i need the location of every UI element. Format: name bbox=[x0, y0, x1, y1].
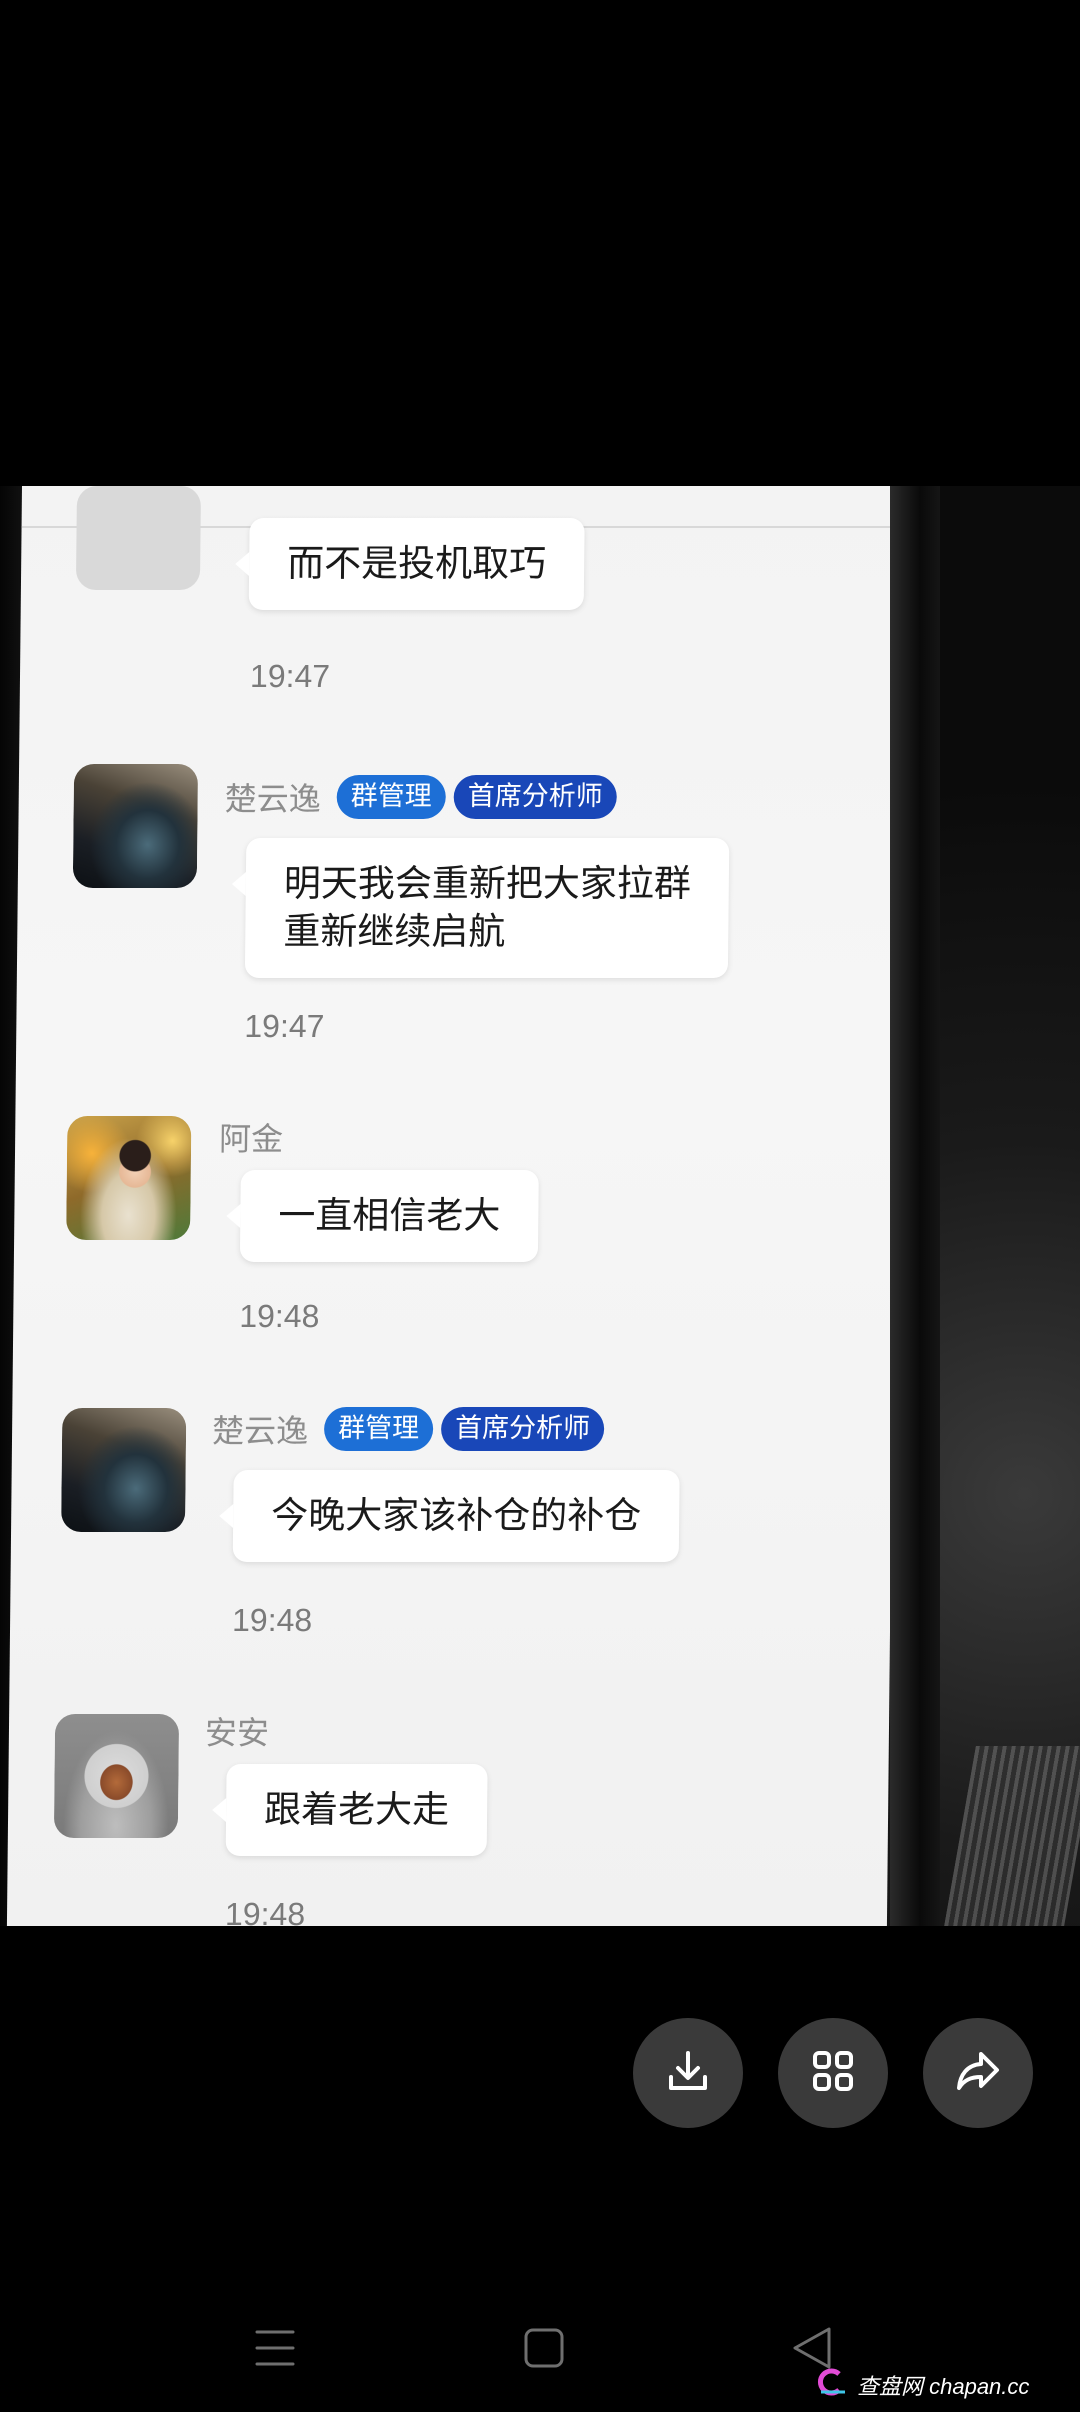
sender-name: 安安 bbox=[204, 1714, 270, 1752]
avatar[interactable] bbox=[66, 1116, 192, 1240]
admin-badge: 群管理 bbox=[323, 1407, 434, 1451]
home-button[interactable] bbox=[514, 2320, 574, 2380]
message-text: 今晚大家该补仓的补仓 bbox=[270, 1494, 642, 1537]
message-text: 而不是投机取巧 bbox=[286, 542, 547, 585]
message-bubble: 跟着老大走 bbox=[225, 1764, 488, 1856]
watermark: 查盘网 chapan.cc bbox=[815, 2368, 1029, 2402]
avatar[interactable] bbox=[75, 486, 201, 590]
sender-name: 楚云逸 bbox=[224, 780, 321, 818]
share-icon bbox=[951, 2044, 1005, 2102]
home-icon bbox=[521, 2325, 567, 2375]
message-text-line: 明天我会重新把大家拉群 bbox=[283, 862, 692, 905]
menu-icon bbox=[251, 2324, 299, 2376]
admin-badge: 群管理 bbox=[336, 775, 446, 819]
sender-row: 阿金 bbox=[219, 1114, 291, 1160]
message-bubble: 而不是投机取巧 bbox=[248, 518, 585, 610]
download-icon bbox=[662, 2045, 714, 2101]
sender-name: 楚云逸 bbox=[211, 1412, 309, 1450]
sender-row: 楚云逸 群管理 首席分析师 bbox=[211, 1406, 605, 1452]
grid-button[interactable] bbox=[778, 2018, 888, 2128]
message-time: 19:47 bbox=[249, 658, 331, 694]
photo-of-phone-screen: 而不是投机取巧 19:47 楚云逸 群管理 首席分析师 明天我会重新把大家拉群 … bbox=[0, 486, 1080, 1926]
sender-row: 安安 bbox=[205, 1708, 277, 1754]
download-button[interactable] bbox=[633, 2018, 743, 2128]
watermark-text: 查盘网 chapan.cc bbox=[857, 2374, 1030, 2399]
message-text-line: 重新继续启航 bbox=[283, 910, 506, 953]
share-button[interactable] bbox=[923, 2018, 1033, 2128]
message-time: 19:48 bbox=[224, 1896, 306, 1926]
chat-screen: 而不是投机取巧 19:47 楚云逸 群管理 首席分析师 明天我会重新把大家拉群 … bbox=[6, 486, 903, 1926]
sender-row: 楚云逸 群管理 首席分析师 bbox=[225, 774, 617, 820]
phone-right-bezel bbox=[890, 486, 940, 1926]
message-time: 19:48 bbox=[239, 1298, 320, 1334]
title-badge: 首席分析师 bbox=[440, 1407, 605, 1451]
photo-background bbox=[940, 486, 1080, 1926]
watermark-logo-icon bbox=[815, 2368, 849, 2402]
title-badge: 首席分析师 bbox=[453, 775, 617, 819]
message-bubble: 明天我会重新把大家拉群 重新继续启航 bbox=[244, 838, 730, 978]
avatar[interactable] bbox=[72, 764, 199, 888]
message-time: 19:47 bbox=[244, 1008, 325, 1044]
grid-icon bbox=[807, 2045, 859, 2101]
message-bubble: 今晚大家该补仓的补仓 bbox=[232, 1470, 680, 1562]
menu-button[interactable] bbox=[245, 2320, 305, 2380]
avatar[interactable] bbox=[61, 1408, 187, 1532]
message-bubble: 一直相信老大 bbox=[239, 1170, 539, 1262]
avatar[interactable] bbox=[53, 1714, 180, 1838]
sender-name: 阿金 bbox=[218, 1120, 284, 1158]
message-time: 19:48 bbox=[231, 1602, 313, 1638]
message-text: 跟着老大走 bbox=[263, 1788, 450, 1831]
message-text: 一直相信老大 bbox=[278, 1194, 501, 1237]
